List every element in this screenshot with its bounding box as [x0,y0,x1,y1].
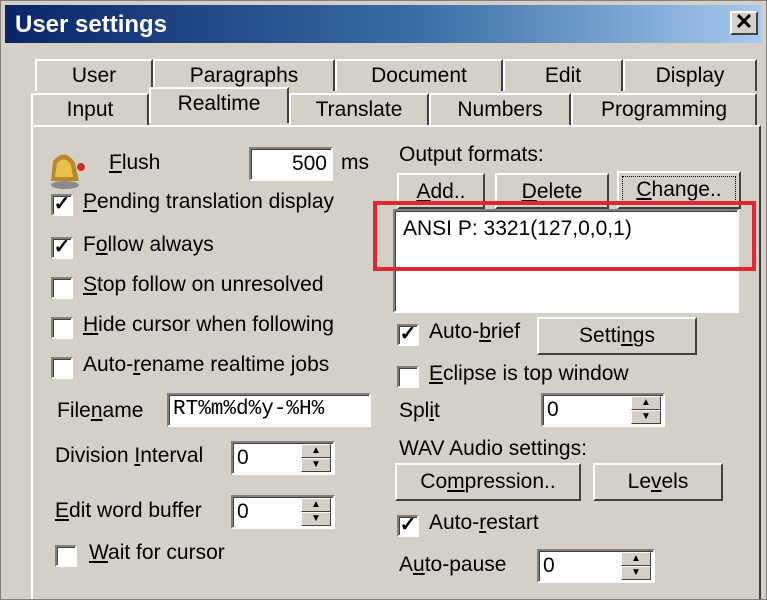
eclipse-top-checkbox[interactable] [397,366,419,388]
flush-input[interactable]: 500 [249,147,333,181]
pending-label: Pending translation display [83,190,335,213]
auto-pause-label: Auto-pause [399,553,507,576]
flush-unit: ms [341,151,369,174]
wav-audio-settings-label: WAV Audio settings: [399,437,587,460]
tab-label: Programming [600,98,728,121]
tab-label: Translate [315,98,403,121]
division-interval-label: Division Interval [55,444,204,467]
highlight-box [373,201,756,271]
auto-rename-label: Auto-rename realtime jobs [83,353,330,376]
auto-brief-checkbox[interactable]: ✓ [397,324,419,346]
close-icon: ✕ [734,9,754,34]
wait-cursor-label: Wait for cursor [89,541,225,564]
tab-label: Edit [544,64,582,87]
tab-realtime[interactable]: Realtime [149,87,289,123]
auto-restart-label: Auto-restart [429,511,539,534]
output-formats-label: Output formats: [399,143,544,166]
hide-cursor-label: Hide cursor when following [83,313,334,336]
split-label: Split [399,399,440,422]
auto-brief-label: Auto-brief [429,320,521,343]
auto-rename-checkbox[interactable] [51,357,73,379]
user-settings-dialog: User settings ✕ User Paragraphs Document… [0,0,767,600]
tab-document[interactable]: Document [335,59,503,91]
stop-follow-checkbox[interactable] [51,277,73,299]
tab-programming[interactable]: Programming [571,93,757,125]
tab-translate[interactable]: Translate [289,93,429,125]
tab-label: Paragraphs [189,64,299,87]
wait-cursor-checkbox[interactable] [55,545,77,567]
hide-cursor-checkbox[interactable] [51,317,73,339]
settings-button[interactable]: Settings [537,317,697,355]
auto-restart-checkbox[interactable]: ✓ [397,515,419,537]
pending-checkbox[interactable]: ✓ [51,194,73,216]
title-bar[interactable]: User settings ✕ [5,5,762,43]
follow-always-label: Follow always [83,233,214,256]
tab-label: Display [655,64,725,87]
levels-button[interactable]: Levels [593,463,723,501]
tab-display[interactable]: Display [623,59,757,91]
filename-label: Filename [57,399,144,422]
close-button[interactable]: ✕ [730,11,758,35]
compression-button[interactable]: Compression.. [395,463,581,501]
tab-numbers[interactable]: Numbers [429,93,571,125]
bell-icon [51,154,85,189]
tab-label: Input [66,98,114,121]
stop-follow-label: Stop follow on unresolved [83,273,324,296]
tab-user[interactable]: User [35,59,153,91]
tab-label: Numbers [457,98,543,121]
filename-input[interactable]: RT%m%d%y-%H% [167,393,371,427]
follow-always-checkbox[interactable]: ✓ [51,237,73,259]
tab-input[interactable]: Input [31,93,149,125]
tab-edit[interactable]: Edit [503,59,623,91]
window-title: User settings [15,11,168,38]
tab-label: Document [371,64,467,87]
split-spinner[interactable]: ▲ ▼ [631,396,661,424]
edit-word-buffer-label: Edit word buffer [55,499,202,522]
edit-word-buffer-spinner[interactable]: ▲ ▼ [301,498,331,526]
tab-label: User [71,64,117,87]
flush-label: Flush [109,151,161,174]
eclipse-top-label: Eclipse is top window [429,362,629,385]
division-interval-spinner[interactable]: ▲ ▼ [301,444,331,472]
auto-pause-spinner[interactable]: ▲ ▼ [621,552,651,580]
tab-label: Realtime [177,92,261,115]
